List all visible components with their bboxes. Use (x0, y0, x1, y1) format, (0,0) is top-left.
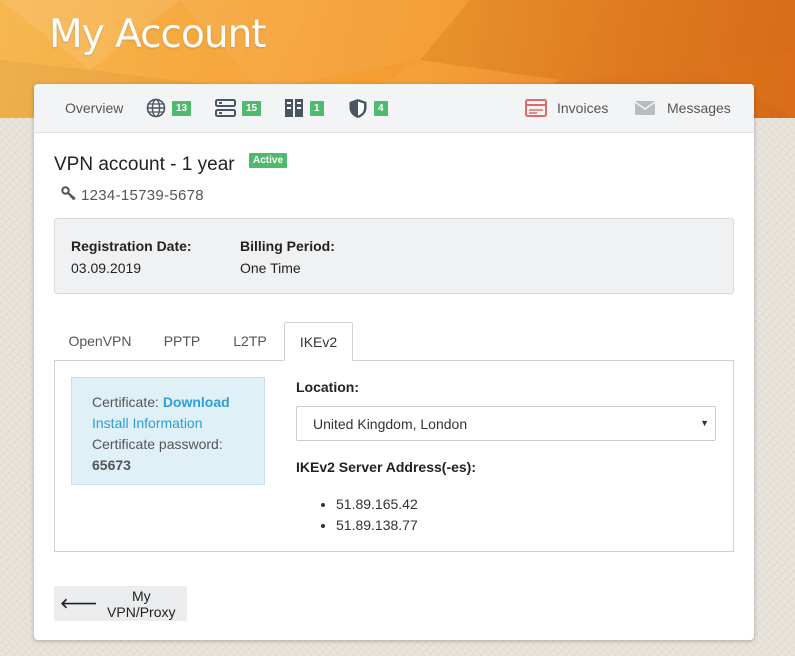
key-icon (61, 185, 77, 205)
invoice-icon (525, 99, 547, 117)
nav-shield[interactable]: 4 (348, 84, 388, 132)
back-button-label: My VPN/Proxy (107, 587, 176, 620)
account-id: 1234-15739-5678 (61, 185, 204, 205)
servers-icon (215, 98, 236, 118)
registration-date: Registration Date: 03.09.2019 (71, 238, 192, 276)
globe-icon (146, 98, 166, 118)
location-selected-value: United Kingdom, London (313, 415, 468, 432)
shield-icon (348, 98, 368, 119)
nav-overview-label: Overview (65, 100, 124, 116)
account-nav: Overview 13 15 1 4 Invoices Messages (34, 84, 754, 133)
registration-date-value: 03.09.2019 (71, 260, 142, 276)
ikev2-panel: Certificate: Download Install Informatio… (54, 360, 734, 552)
nav-overview[interactable]: Overview (65, 84, 123, 132)
account-id-value: 1234-15739-5678 (81, 186, 204, 204)
nav-messages-label: Messages (667, 100, 731, 116)
back-to-vpn-button[interactable]: 🡐 My VPN/Proxy (54, 586, 187, 621)
location-label: Location: (296, 379, 359, 395)
tab-openvpn[interactable]: OpenVPN (54, 322, 146, 360)
nav-invoices[interactable]: Invoices (525, 84, 608, 132)
servers-count-badge: 15 (242, 100, 262, 116)
registration-date-label: Registration Date: (71, 238, 192, 254)
billing-period-value: One Time (240, 260, 301, 276)
protocol-tabs: OpenVPN PPTP L2TP IKEv2 (54, 322, 734, 361)
nav-servers[interactable]: 15 (215, 84, 262, 132)
nav-files[interactable]: 1 (284, 84, 324, 132)
nav-messages[interactable]: Messages (635, 84, 731, 132)
location-select[interactable]: United Kingdom, London ▼ (296, 406, 716, 441)
server-address-label: IKEv2 Server Address(-es): (296, 459, 477, 475)
envelope-icon (635, 100, 655, 116)
account-card: Overview 13 15 1 4 Invoices Messages VPN… (34, 84, 754, 640)
shield-count-badge: 4 (374, 100, 388, 116)
server-address-item: 51.89.165.42 (336, 494, 418, 515)
certificate-label: Certificate: (92, 394, 159, 410)
dropdown-arrow-icon: ▼ (700, 418, 709, 428)
account-title: VPN account - 1 year (54, 154, 235, 175)
server-address-item: 51.89.138.77 (336, 515, 418, 536)
billing-period: Billing Period: One Time (240, 238, 335, 276)
page-title: My Account (49, 12, 267, 57)
files-icon (284, 98, 304, 118)
files-count-badge: 1 (310, 100, 324, 116)
certificate-password-label: Certificate password: (92, 436, 223, 452)
server-address-list: 51.89.165.42 51.89.138.77 (296, 494, 418, 536)
billing-period-label: Billing Period: (240, 238, 335, 254)
install-information-link[interactable]: Install Information (92, 415, 203, 431)
certificate-line: Certificate: Download (92, 392, 264, 413)
certificate-download-link[interactable]: Download (163, 394, 230, 410)
account-info-box: Registration Date: 03.09.2019 Billing Pe… (54, 218, 734, 294)
globe-count-badge: 13 (172, 100, 192, 116)
nav-invoices-label: Invoices (557, 100, 609, 116)
tab-l2tp[interactable]: L2TP (218, 322, 282, 360)
tab-pptp[interactable]: PPTP (150, 322, 214, 360)
tab-ikev2[interactable]: IKEv2 (284, 322, 353, 361)
nav-globe[interactable]: 13 (146, 84, 192, 132)
certificate-box: Certificate: Download Install Informatio… (71, 377, 265, 485)
certificate-password-value: 65673 (92, 457, 131, 473)
arrow-left-icon: 🡐 (60, 595, 98, 611)
status-badge: Active (249, 153, 288, 168)
